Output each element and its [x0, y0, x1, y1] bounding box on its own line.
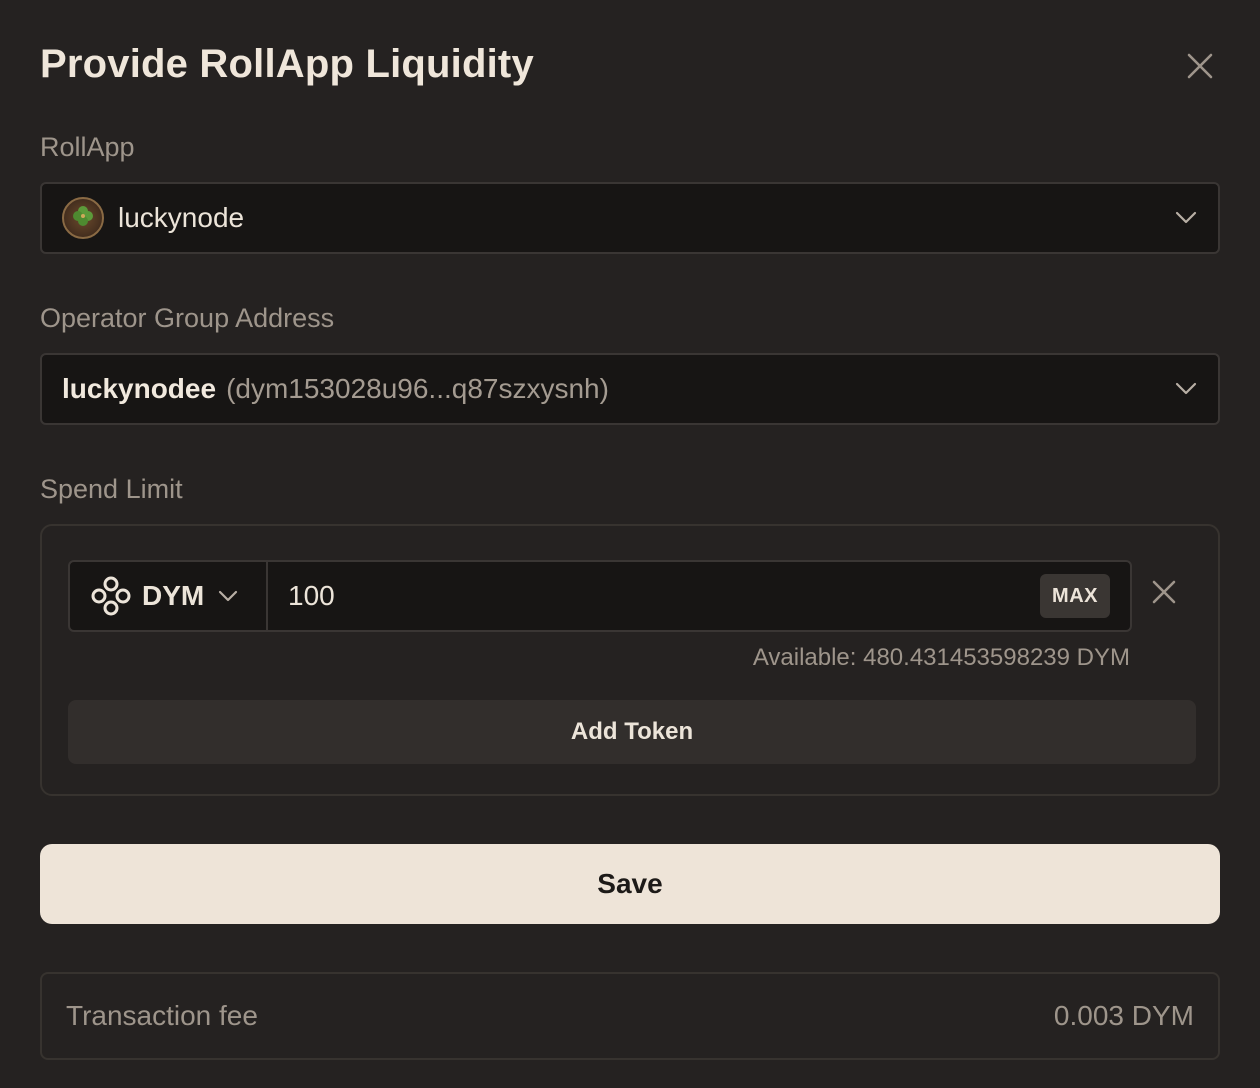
fee-label: Transaction fee — [66, 1000, 258, 1031]
modal-title: Provide RollApp Liquidity — [40, 42, 534, 86]
close-icon — [1151, 579, 1177, 610]
chevron-down-icon — [1172, 375, 1200, 403]
rollapp-name: luckynode — [118, 202, 245, 233]
spend-limit-label: Spend Limit — [40, 474, 183, 504]
save-button[interactable]: Save — [40, 844, 1220, 924]
rollapp-label: RollApp — [40, 132, 135, 162]
operator-select[interactable]: luckynodee (dym153028u96...q87szxysnh) — [40, 353, 1220, 425]
operator-address: (dym153028u96...q87szxysnh) — [226, 373, 609, 404]
available-balance: Available: 480.431453598239 DYM — [752, 644, 1130, 671]
remove-token-button[interactable] — [1144, 574, 1184, 614]
provide-liquidity-modal: Provide RollApp Liquidity RollApp luckyn… — [0, 0, 1260, 1088]
spend-limit-card: DYM MAX Available: 480.431453598239 DYM … — [40, 524, 1220, 796]
rollapp-avatar — [62, 197, 104, 239]
transaction-fee-card: Transaction fee 0.003 DYM — [40, 972, 1220, 1060]
add-token-button[interactable]: Add Token — [68, 700, 1196, 764]
close-button[interactable] — [1180, 48, 1220, 88]
max-button[interactable]: MAX — [1040, 574, 1110, 618]
token-amount-row: DYM MAX — [68, 560, 1132, 632]
token-select[interactable]: DYM — [70, 562, 268, 630]
chevron-down-icon — [1172, 204, 1200, 232]
close-icon — [1186, 52, 1214, 85]
amount-input[interactable] — [268, 562, 1041, 630]
operator-name: luckynodee — [62, 373, 217, 404]
dym-knot-icon — [90, 575, 132, 617]
clover-icon — [70, 203, 96, 234]
chevron-down-icon — [218, 585, 240, 607]
token-symbol: DYM — [142, 580, 205, 611]
rollapp-select[interactable]: luckynode — [40, 182, 1220, 254]
operator-label: Operator Group Address — [40, 303, 335, 333]
fee-value: 0.003 DYM — [1053, 1000, 1194, 1031]
